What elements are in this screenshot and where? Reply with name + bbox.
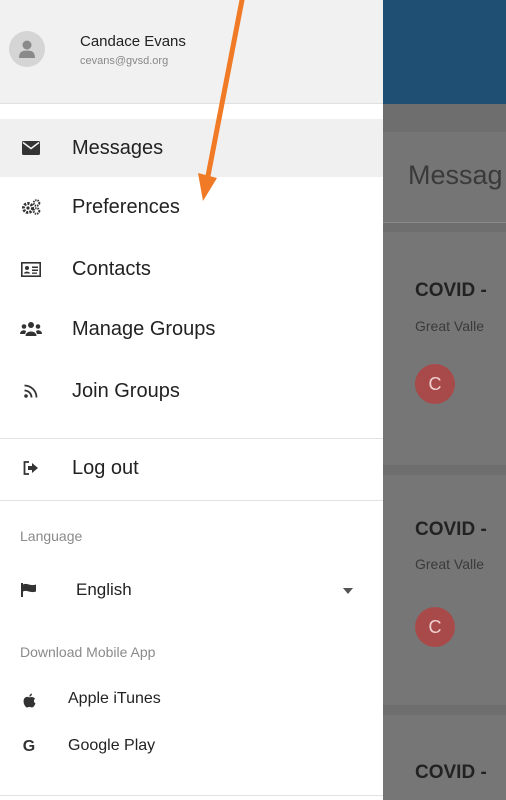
top-app-bar (383, 0, 506, 104)
apple-icon (20, 691, 38, 709)
apple-itunes-link[interactable]: Apple iTunes (0, 685, 383, 715)
user-name: Candace Evans (80, 33, 186, 50)
nav-item-label: Messages (72, 136, 164, 159)
chevron-down-icon (343, 588, 353, 594)
app: Messag COVID - Great Valle C COVID - Gre… (0, 0, 506, 800)
message-sender: Great Valle (415, 556, 484, 572)
apple-itunes-label: Apple iTunes (68, 690, 161, 707)
nav-item-manage-groups[interactable]: Manage Groups (0, 300, 383, 358)
user-email: cevans@gvsd.org (80, 55, 169, 67)
sender-avatar: C (415, 607, 455, 647)
flag-icon (20, 581, 38, 599)
user-icon (19, 40, 35, 58)
google-play-label: Google Play (68, 737, 156, 754)
language-selected-value: English (76, 580, 132, 599)
nav-item-join-groups[interactable]: Join Groups (0, 362, 383, 420)
nav-item-label: Log out (72, 456, 139, 479)
sign-out-icon (20, 457, 42, 479)
divider (0, 795, 383, 796)
nav-item-label: Join Groups (72, 379, 180, 402)
address-card-icon (20, 258, 42, 280)
message-card[interactable] (383, 232, 506, 465)
navigation-drawer: Candace Evans cevans@gvsd.org Messages P… (0, 0, 383, 800)
message-sender: Great Valle (415, 318, 484, 334)
google-icon: G (22, 738, 36, 755)
message-card[interactable] (383, 715, 506, 800)
avatar (9, 31, 45, 67)
download-section-label: Download Mobile App (20, 644, 156, 660)
nav-item-label: Contacts (72, 257, 151, 280)
divider (0, 500, 383, 501)
profile-header: Candace Evans cevans@gvsd.org (0, 0, 383, 104)
message-card[interactable] (383, 475, 506, 705)
gears-icon (20, 196, 42, 218)
envelope-icon (20, 137, 42, 159)
page-title: Messag (408, 160, 503, 190)
language-section-label: Language (20, 528, 83, 544)
rss-icon (20, 380, 42, 402)
logout-button[interactable]: Log out (0, 439, 383, 497)
google-play-link[interactable]: G Google Play (0, 732, 383, 762)
language-select[interactable]: English (0, 572, 383, 608)
nav-item-contacts[interactable]: Contacts (0, 240, 383, 298)
users-icon (20, 318, 42, 340)
message-title: COVID - (415, 519, 487, 540)
nav-item-label: Preferences (72, 195, 180, 218)
message-title: COVID - (415, 280, 487, 301)
main-content: Messag COVID - Great Valle C COVID - Gre… (383, 0, 506, 800)
message-title: COVID - (415, 762, 487, 783)
nav-item-preferences[interactable]: Preferences (0, 178, 383, 236)
nav-item-label: Manage Groups (72, 317, 216, 340)
sender-avatar: C (415, 364, 455, 404)
nav-item-messages[interactable]: Messages (0, 119, 383, 177)
